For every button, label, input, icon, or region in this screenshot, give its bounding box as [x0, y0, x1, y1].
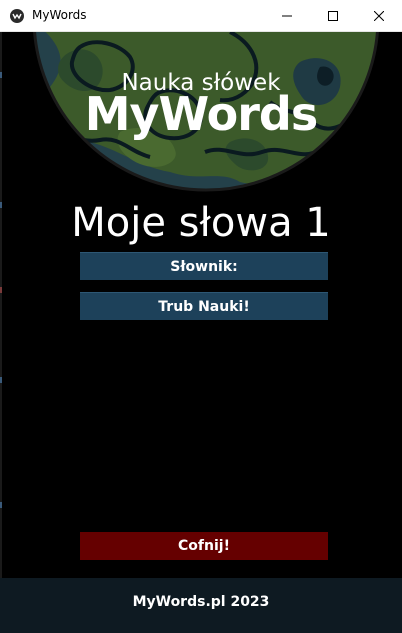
maximize-icon: [328, 11, 338, 21]
page-heading: Moje słowa 1: [71, 200, 331, 246]
minimize-icon: [282, 15, 292, 17]
hero-title: MyWords: [84, 87, 318, 141]
dictionary-button[interactable]: Słownik:: [80, 252, 328, 280]
maximize-button[interactable]: [310, 0, 356, 32]
window-title: MyWords: [32, 8, 87, 22]
close-icon: [374, 11, 384, 21]
app-logo-icon: [10, 9, 24, 23]
back-button[interactable]: Cofnij!: [80, 532, 328, 560]
window-titlebar[interactable]: MyWords: [0, 0, 402, 32]
footer: MyWords.pl 2023: [0, 578, 402, 633]
close-button[interactable]: [356, 0, 402, 32]
minimize-button[interactable]: [264, 0, 310, 32]
learning-mode-button[interactable]: Trub Nauki!: [80, 292, 328, 320]
footer-text: MyWords.pl 2023: [132, 594, 270, 610]
main-content: Nauka słówek MyWords Moje słowa 1 Słowni…: [0, 32, 402, 578]
